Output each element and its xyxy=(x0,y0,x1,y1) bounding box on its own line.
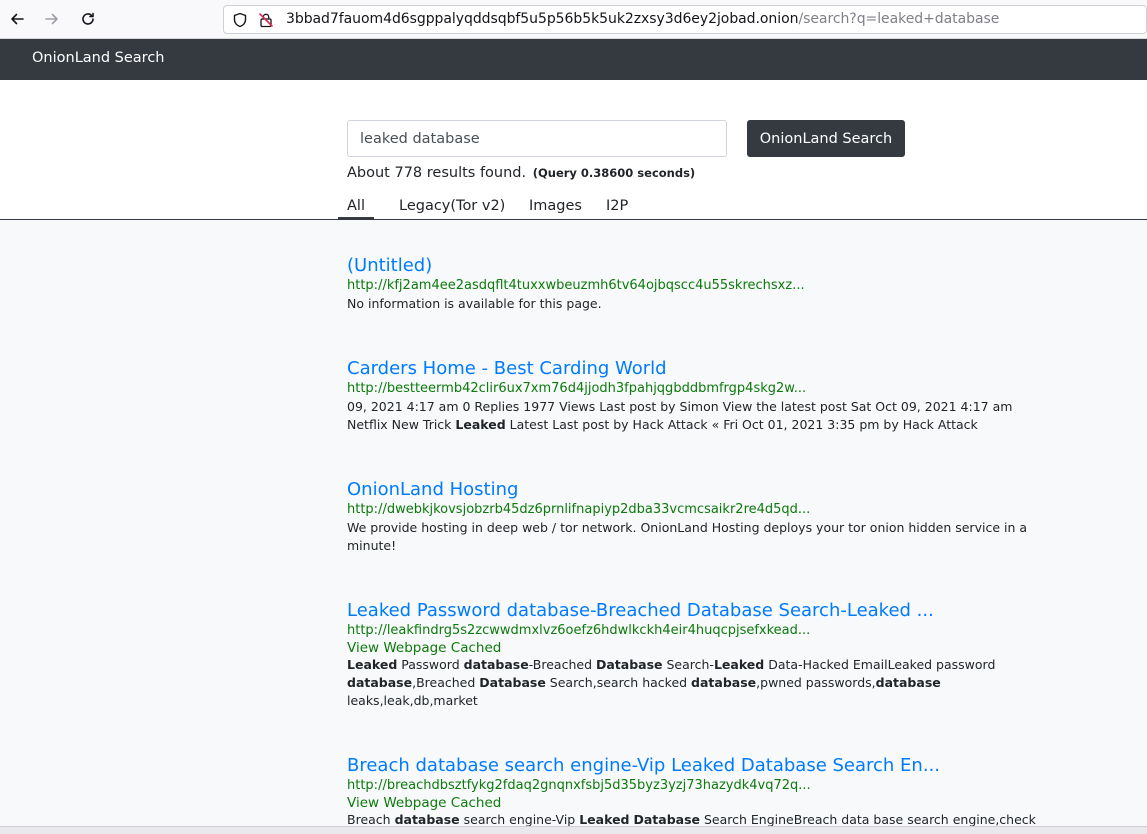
search-result: Leaked Password database-Breached Databa… xyxy=(347,600,1077,710)
url-path: /search?q=leaked+database xyxy=(798,11,1000,27)
result-description: We provide hosting in deep web / tor net… xyxy=(347,519,1077,555)
forward-button[interactable] xyxy=(41,8,63,30)
url-text: 3bbad7fauom4d6sgppalyqddsqbf5u5p56b5k5uk… xyxy=(286,11,999,27)
result-count: About 778 results found. xyxy=(347,165,527,181)
tab-all[interactable]: All xyxy=(338,198,374,219)
description-text: search engine-Vip xyxy=(459,812,580,827)
search-result: OnionLand Hosting http://dwebkjkovsjobzr… xyxy=(347,479,1077,555)
result-url[interactable]: http://kfj2am4ee2asdqflt4tuxxwbeuzmh6tv6… xyxy=(347,277,1077,295)
result-url[interactable]: http://dwebkjkovsjobzrb45dz6prnlifnapiyp… xyxy=(347,501,1077,519)
site-navbar: OnionLand Search xyxy=(0,39,1147,80)
result-title-link[interactable]: Breach database search engine-Vip Leaked… xyxy=(347,755,1077,777)
description-text: -Breached xyxy=(528,657,596,672)
search-button[interactable]: OnionLand Search xyxy=(747,120,905,157)
description-line: minute! xyxy=(347,537,1077,555)
description-line: 09, 2021 4:17 am 0 Replies 1977 Views La… xyxy=(347,398,1077,416)
result-description: No information is available for this pag… xyxy=(347,295,1077,313)
highlighted-keyword: Leaked xyxy=(455,417,506,432)
search-input[interactable] xyxy=(347,120,727,157)
description-text: Search,search hacked xyxy=(545,675,692,690)
browser-toolbar: 3bbad7fauom4d6sgppalyqddsqbf5u5p56b5k5uk… xyxy=(0,0,1147,39)
description-text: Data-Hacked EmailLeaked password xyxy=(764,657,996,672)
result-title-link[interactable]: OnionLand Hosting xyxy=(347,479,1077,501)
description-line: database,Breached Database Search,search… xyxy=(347,674,1077,692)
description-text: Search EngineBreach data base search eng… xyxy=(700,812,1036,827)
result-title-link[interactable]: Leaked Password database-Breached Databa… xyxy=(347,600,1077,622)
highlighted-keyword: Leaked xyxy=(579,812,630,827)
description-text: Password xyxy=(397,657,464,672)
search-result: Breach database search engine-Vip Leaked… xyxy=(347,755,1077,829)
result-url[interactable]: http://bestteermb42clir6ux7xm76d4jjodh3f… xyxy=(347,380,1077,398)
result-title-link[interactable]: Carders Home - Best Carding World xyxy=(347,358,1077,380)
description-text: Breach xyxy=(347,812,395,827)
description-line: We provide hosting in deep web / tor net… xyxy=(347,519,1077,537)
result-title-link[interactable]: (Untitled) xyxy=(347,255,1077,277)
description-text: No information is available for this pag… xyxy=(347,296,602,311)
description-line: No information is available for this pag… xyxy=(347,295,1077,313)
query-time: (Query 0.38600 seconds) xyxy=(532,166,696,180)
brand-link[interactable]: OnionLand Search xyxy=(32,50,164,66)
description-text: minute! xyxy=(347,538,397,553)
description-line: Leaked Password database-Breached Databa… xyxy=(347,656,1077,674)
description-line: Netflix New Trick Leaked Latest Last pos… xyxy=(347,416,1077,434)
arrow-right-icon xyxy=(45,13,58,25)
insecure-lock-icon[interactable] xyxy=(258,12,274,28)
result-stats: About 778 results found. (Query 0.38600 … xyxy=(347,165,695,181)
tab-legacy-tor-v2[interactable]: Legacy(Tor v2) xyxy=(399,198,505,214)
highlighted-keyword: database xyxy=(347,675,413,690)
back-button[interactable] xyxy=(6,8,28,30)
description-text: Netflix New Trick xyxy=(347,417,456,432)
description-text: We provide hosting in deep web / tor net… xyxy=(347,520,1028,535)
description-text: Search- xyxy=(662,657,714,672)
highlighted-keyword: Database xyxy=(595,657,663,672)
url-host: 3bbad7fauom4d6sgppalyqddsqbf5u5p56b5k5uk… xyxy=(286,11,799,27)
search-result: (Untitled) http://kfj2am4ee2asdqflt4tuxx… xyxy=(347,255,1077,313)
highlighted-keyword: Database xyxy=(479,675,546,690)
url-bar[interactable]: 3bbad7fauom4d6sgppalyqddsqbf5u5p56b5k5uk… xyxy=(223,5,1147,34)
highlighted-keyword: Database xyxy=(633,812,701,827)
search-result: Carders Home - Best Carding World http:/… xyxy=(347,358,1077,434)
highlighted-keyword: Leaked xyxy=(347,657,398,672)
description-text: 09, 2021 4:17 am 0 Replies 1977 Views La… xyxy=(347,399,1013,414)
view-cached-link[interactable]: View Webpage Cached xyxy=(347,640,1077,656)
highlighted-keyword: database xyxy=(691,675,757,690)
description-text: Latest Last post by Hack Attack « Fri Oc… xyxy=(505,417,978,432)
shield-icon[interactable] xyxy=(232,12,248,28)
description-text: ,pwned passwords, xyxy=(756,675,876,690)
reload-button[interactable] xyxy=(77,8,99,30)
description-text: ,Breached xyxy=(412,675,480,690)
highlighted-keyword: database xyxy=(463,657,529,672)
description-text: leaks,leak,db,market xyxy=(347,693,478,708)
arrow-left-icon xyxy=(11,13,24,25)
highlighted-keyword: database xyxy=(875,675,941,690)
result-url[interactable]: http://breachdbsztfykg2fdaq2gnqnxfsbj5d3… xyxy=(347,777,1077,795)
description-line: leaks,leak,db,market xyxy=(347,692,1077,710)
tab-images[interactable]: Images xyxy=(529,198,582,214)
search-header: OnionLand Search About 778 results found… xyxy=(0,80,1147,220)
highlighted-keyword: database xyxy=(394,812,460,827)
highlighted-keyword: Leaked xyxy=(713,657,765,672)
reload-icon xyxy=(82,12,94,25)
result-description: 09, 2021 4:17 am 0 Replies 1977 Views La… xyxy=(347,398,1077,434)
result-url[interactable]: http://leakfindrg5s2zcwwdmxlvz6oefz6hdwl… xyxy=(347,622,1077,640)
view-cached-link[interactable]: View Webpage Cached xyxy=(347,795,1077,811)
result-description: Leaked Password database-Breached Databa… xyxy=(347,656,1077,710)
tab-i2p[interactable]: I2P xyxy=(606,198,628,214)
